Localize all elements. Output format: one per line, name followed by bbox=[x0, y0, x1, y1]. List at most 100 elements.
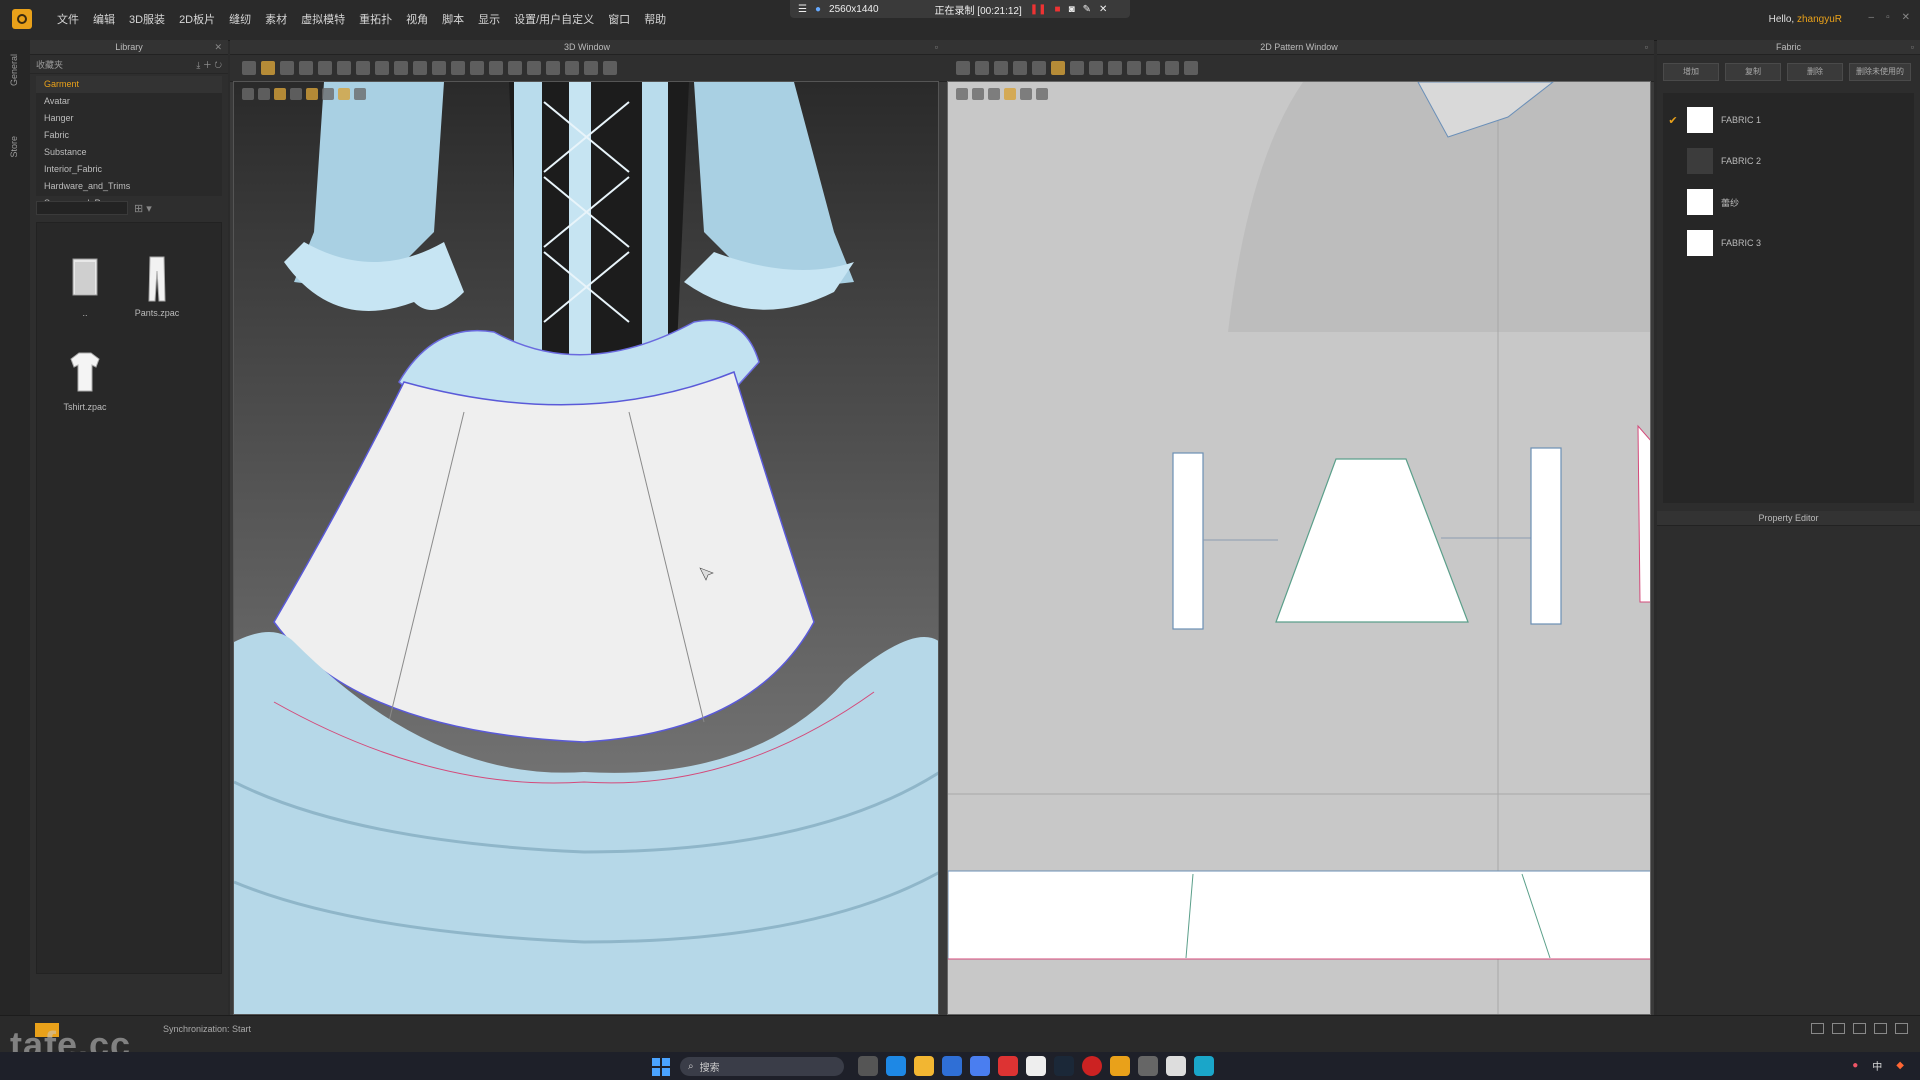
menu-materials[interactable]: 素材 bbox=[258, 12, 294, 28]
menu-script[interactable]: 脚本 bbox=[435, 12, 471, 28]
fabric-row[interactable]: FABRIC 3 bbox=[1663, 228, 1913, 258]
segment-sewing-icon[interactable] bbox=[1051, 61, 1065, 75]
garment-view-icon[interactable] bbox=[242, 88, 254, 100]
mic-icon[interactable]: ● bbox=[815, 4, 821, 15]
pose-tool-icon[interactable] bbox=[508, 61, 522, 75]
layout-split-icon[interactable] bbox=[1832, 1023, 1845, 1034]
tree-item-avatar[interactable]: Avatar bbox=[36, 93, 222, 110]
maximize-icon[interactable]: ▫ bbox=[1886, 12, 1890, 23]
panel-float-icon[interactable]: ▫ bbox=[1645, 40, 1648, 54]
fold-arrange-icon[interactable] bbox=[1127, 61, 1141, 75]
grain-line-icon[interactable] bbox=[1146, 61, 1160, 75]
pattern-strap-right[interactable] bbox=[1530, 447, 1562, 625]
library-tool-icons[interactable]: ⤓ ＋ ↻ bbox=[196, 58, 222, 71]
task-view-icon[interactable] bbox=[858, 1056, 878, 1076]
copy-fabric-button[interactable]: 复制 bbox=[1725, 63, 1781, 81]
marvelous-icon[interactable] bbox=[1194, 1056, 1214, 1076]
lock-icon[interactable] bbox=[1020, 88, 1032, 100]
edge-icon[interactable] bbox=[886, 1056, 906, 1076]
flatten-tool-icon[interactable] bbox=[375, 61, 389, 75]
pattern-trapezoid[interactable] bbox=[1275, 458, 1469, 623]
tree-item-substance[interactable]: Substance bbox=[36, 144, 222, 161]
file-explorer-icon[interactable] bbox=[914, 1056, 934, 1076]
highlight-icon[interactable] bbox=[1004, 88, 1016, 100]
tree-item-hardware[interactable]: Hardware_and_Trims bbox=[36, 178, 222, 195]
fabric-row[interactable]: 蕾纱 bbox=[1663, 187, 1913, 217]
menu-retopology[interactable]: 重拓扑 bbox=[352, 12, 399, 28]
fabric-row[interactable]: ✔ FABRIC 1 bbox=[1663, 105, 1913, 135]
rotate-tool-icon[interactable] bbox=[394, 61, 408, 75]
3d-viewport[interactable] bbox=[233, 81, 939, 1015]
store-icon[interactable] bbox=[942, 1056, 962, 1076]
tab-store[interactable]: Store bbox=[9, 136, 19, 158]
camera-view-icon[interactable] bbox=[354, 88, 366, 100]
pen-icon[interactable]: ✎ bbox=[1083, 4, 1091, 15]
menu-display[interactable]: 显示 bbox=[471, 12, 507, 28]
steam-icon[interactable] bbox=[1054, 1056, 1074, 1076]
username[interactable]: zhangyuR bbox=[1797, 14, 1842, 25]
pause-icon[interactable]: ❚❚ bbox=[1030, 4, 1047, 15]
file-item-parent-folder[interactable]: .. bbox=[53, 253, 117, 318]
tab-general[interactable]: General bbox=[9, 54, 19, 86]
qq-icon[interactable] bbox=[1026, 1056, 1046, 1076]
close-icon[interactable]: ✕ bbox=[1099, 4, 1107, 15]
transform-pattern-icon[interactable] bbox=[956, 61, 970, 75]
close-window-icon[interactable]: ✕ bbox=[1902, 12, 1910, 23]
file-item-tshirt[interactable]: Tshirt.zpac bbox=[53, 347, 117, 412]
view-mode-icon[interactable] bbox=[956, 88, 968, 100]
measure-tool-icon[interactable] bbox=[337, 61, 351, 75]
move-tool-icon[interactable] bbox=[261, 61, 275, 75]
shirring-icon[interactable] bbox=[1184, 61, 1198, 75]
tree-item-garment[interactable]: Garment bbox=[36, 76, 222, 93]
wps-icon[interactable] bbox=[998, 1056, 1018, 1076]
graphic-tool-icon[interactable] bbox=[603, 61, 617, 75]
light-view-icon[interactable] bbox=[306, 88, 318, 100]
tree-item-fabric[interactable]: Fabric bbox=[36, 127, 222, 144]
rectangle-icon[interactable] bbox=[1013, 61, 1027, 75]
free-sewing-icon[interactable] bbox=[1070, 61, 1084, 75]
panel-float-icon[interactable]: ▫ bbox=[1911, 40, 1914, 54]
texture-view-icon[interactable] bbox=[274, 88, 286, 100]
minimize-icon[interactable]: – bbox=[1869, 12, 1875, 23]
menu-2d-pattern[interactable]: 2D板片 bbox=[172, 12, 222, 28]
sun-view-icon[interactable] bbox=[338, 88, 350, 100]
texture-toggle-icon[interactable] bbox=[988, 88, 1000, 100]
menu-settings[interactable]: 设置/用户自定义 bbox=[507, 12, 601, 28]
menu-help[interactable]: 帮助 bbox=[637, 12, 673, 28]
zbrush-icon[interactable] bbox=[1166, 1056, 1186, 1076]
mic-tray-icon[interactable]: ● bbox=[1852, 1060, 1858, 1071]
dart-icon[interactable] bbox=[1108, 61, 1122, 75]
clo-app-icon[interactable] bbox=[1110, 1056, 1130, 1076]
app-logo-icon[interactable] bbox=[12, 9, 32, 29]
puckering-tool-icon[interactable] bbox=[584, 61, 598, 75]
menu-3d-garment[interactable]: 3D服装 bbox=[122, 12, 172, 28]
menu-sewing[interactable]: 缝纫 bbox=[222, 12, 258, 28]
menu-edit[interactable]: 编辑 bbox=[86, 12, 122, 28]
xray-view-icon[interactable] bbox=[322, 88, 334, 100]
steam-tool-icon[interactable] bbox=[413, 61, 427, 75]
favorites-label[interactable]: 收藏夹 bbox=[36, 58, 63, 71]
grid-icon[interactable] bbox=[972, 88, 984, 100]
edit-sewing-icon[interactable] bbox=[1089, 61, 1103, 75]
library-search-input[interactable] bbox=[36, 201, 128, 215]
pin-tool-icon[interactable] bbox=[280, 61, 294, 75]
tree-item-interior-fabric[interactable]: Interior_Fabric bbox=[36, 161, 222, 178]
menu-file[interactable]: 文件 bbox=[50, 12, 86, 28]
stitch-tool-icon[interactable] bbox=[546, 61, 560, 75]
piping-tool-icon[interactable] bbox=[565, 61, 579, 75]
recorder-icon[interactable] bbox=[1082, 1056, 1102, 1076]
app-blue-icon[interactable] bbox=[970, 1056, 990, 1076]
notch-icon[interactable] bbox=[1165, 61, 1179, 75]
menu-view[interactable]: 视角 bbox=[399, 12, 435, 28]
tack-tool-icon[interactable] bbox=[318, 61, 332, 75]
hamburger-icon[interactable]: ☰ bbox=[798, 4, 807, 15]
tree-item-hanger[interactable]: Hanger bbox=[36, 110, 222, 127]
sim-tool-icon[interactable] bbox=[527, 61, 541, 75]
fold-tool-icon[interactable] bbox=[299, 61, 313, 75]
app-tray-icon[interactable]: ◆ bbox=[1896, 1060, 1904, 1071]
render-view-icon[interactable] bbox=[290, 88, 302, 100]
menu-window[interactable]: 窗口 bbox=[601, 12, 637, 28]
edit-pattern-icon[interactable] bbox=[975, 61, 989, 75]
camera-icon[interactable]: ◙ bbox=[1069, 4, 1075, 15]
add-fabric-button[interactable]: 增加 bbox=[1663, 63, 1719, 81]
